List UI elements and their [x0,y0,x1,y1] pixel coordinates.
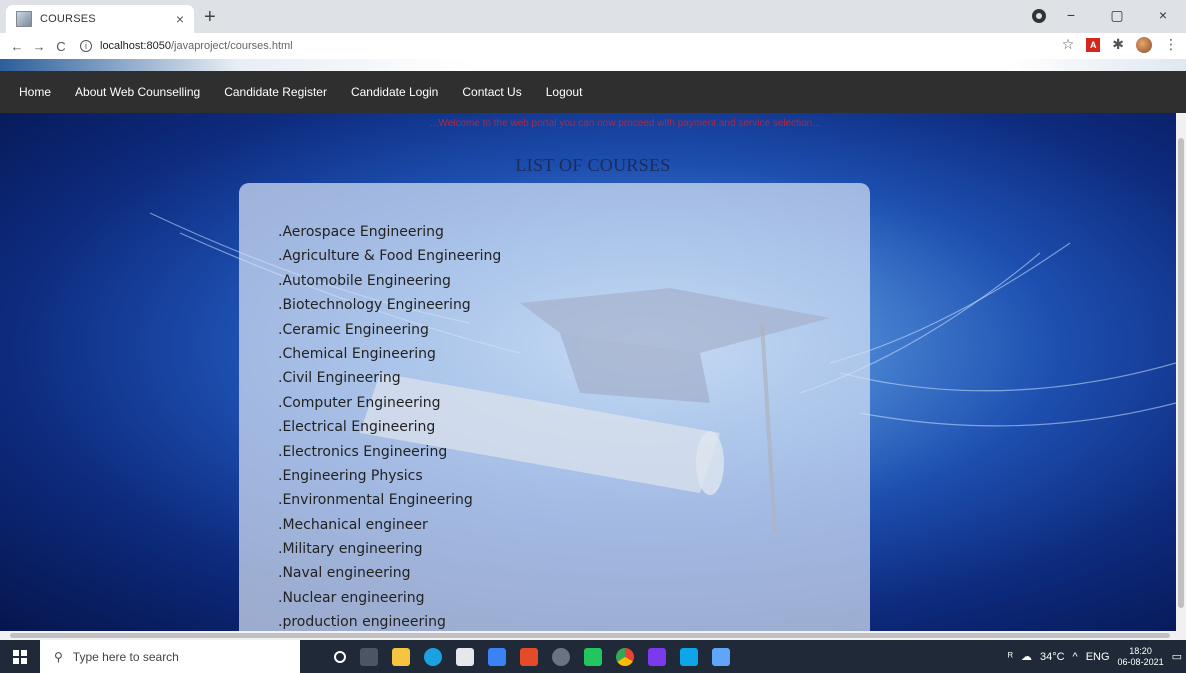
course-item: .Nuclear engineering [278,589,425,606]
windows-start-button[interactable] [0,649,40,664]
nav-candidate-login[interactable]: Candidate Login [351,85,438,99]
course-item: .Chemical Engineering [278,345,436,362]
taskbar-apps [334,647,730,666]
system-tray: ᴿ ☁ 34°C ^ ENG 18:20 06-08-2021 ▭ [1008,640,1182,673]
course-item: .Electronics Engineering [278,443,448,460]
course-item: .Biotechnology Engineering [278,297,471,314]
date: 06-08-2021 [1117,656,1164,667]
course-list: .Aerospace Engineering .Agriculture & Fo… [278,220,501,635]
reload-icon[interactable]: C [50,39,72,54]
scrollbar-thumb[interactable] [1178,138,1184,608]
address-bar[interactable]: i localhost:8050/javaproject/courses.htm… [80,40,293,52]
task-view-icon[interactable] [360,647,378,666]
close-window-button[interactable]: × [1140,0,1186,33]
favicon-icon [16,11,32,27]
course-item: .Engineering Physics [278,467,423,484]
nav-candidate-register[interactable]: Candidate Register [224,85,327,99]
eclipse-icon[interactable] [648,647,666,666]
welcome-marquee: ...Welcome to the web portal you can now… [430,118,821,129]
course-item: .Military engineering [278,541,423,558]
search-placeholder: Type here to search [72,649,179,664]
info-icon[interactable]: i [80,40,92,52]
url-host: localhost:8050 [100,40,171,52]
course-item: .Aerospace Engineering [278,224,444,240]
course-item: .Naval engineering [278,565,411,582]
new-tab-button[interactable]: + [204,6,216,29]
course-item: .Electrical Engineering [278,419,436,436]
menu-dots-icon[interactable]: ⋮ [1164,36,1178,53]
file-explorer-icon[interactable] [392,647,410,666]
extensions-puzzle-icon[interactable]: ✱ [1112,36,1124,53]
weather-icon[interactable]: ☁ [1021,650,1032,663]
cortana-icon[interactable] [334,650,346,663]
vertical-scrollbar[interactable] [1176,113,1186,631]
browser-toolbar: ← → C i localhost:8050/javaproject/cours… [0,33,1186,59]
browser-tab[interactable]: COURSES × [6,5,194,33]
toolbar-extensions: ☆ A ✱ ⋮ [1062,36,1178,53]
nav-logout[interactable]: Logout [546,85,583,99]
mail-icon[interactable] [488,647,506,666]
store-icon[interactable] [456,647,474,666]
nav-about[interactable]: About Web Counselling [75,85,200,99]
chrome-icon[interactable] [616,647,634,666]
course-item: .Environmental Engineering [278,492,473,509]
course-card: .Aerospace Engineering .Agriculture & Fo… [239,183,870,643]
window-controls: − ▢ × [1048,0,1186,33]
people-icon[interactable]: ᴿ [1008,651,1013,663]
weather-temp[interactable]: 34°C [1040,651,1065,663]
hscrollbar-thumb[interactable] [10,633,1170,638]
back-arrow-icon[interactable]: ← [6,39,28,54]
search-icon: ⚲ [54,649,63,664]
course-item: .Automobile Engineering [278,272,451,289]
bookmark-star-icon[interactable]: ☆ [1062,36,1075,53]
notification-icon[interactable]: ▭ [1172,650,1182,663]
taskbar-search[interactable]: ⚲ Type here to search [40,640,300,673]
forward-arrow-icon[interactable]: → [28,39,50,54]
office-icon[interactable] [520,647,538,666]
horizontal-scrollbar[interactable] [0,631,1186,640]
record-icon[interactable] [1032,9,1046,23]
photos-icon[interactable] [584,647,602,666]
pdf-extension-icon[interactable]: A [1086,37,1101,52]
site-banner [0,59,1186,71]
close-tab-icon[interactable]: × [176,11,184,27]
tab-title: COURSES [40,13,96,25]
language[interactable]: ENG [1086,651,1110,663]
url-path: /javaproject/courses.html [170,40,293,52]
app-icon[interactable] [552,647,570,666]
maximize-button[interactable]: ▢ [1094,0,1140,33]
course-item: .Civil Engineering [278,370,401,387]
edge-icon[interactable] [424,647,442,666]
clock[interactable]: 18:20 06-08-2021 [1118,646,1164,668]
minimize-button[interactable]: − [1048,0,1094,33]
course-item: .Mechanical engineer [278,516,428,533]
nav-home[interactable]: Home [19,85,51,99]
chevron-up-icon[interactable]: ^ [1073,651,1078,663]
time: 18:20 [1129,645,1152,656]
profile-avatar[interactable] [1136,36,1152,53]
vscode-icon[interactable] [680,647,698,666]
image-viewer-icon[interactable] [712,647,730,666]
course-item: .Agriculture & Food Engineering [278,248,502,265]
course-item: .Ceramic Engineering [278,321,429,338]
nav-contact-us[interactable]: Contact Us [462,85,521,99]
windows-logo-icon [13,649,27,664]
course-item: .Computer Engineering [278,394,441,411]
page-title: LIST OF COURSES [515,155,671,175]
browser-tabbar: COURSES × + − ▢ × [0,0,1186,33]
site-navbar: Home About Web Counselling Candidate Reg… [0,71,1186,113]
